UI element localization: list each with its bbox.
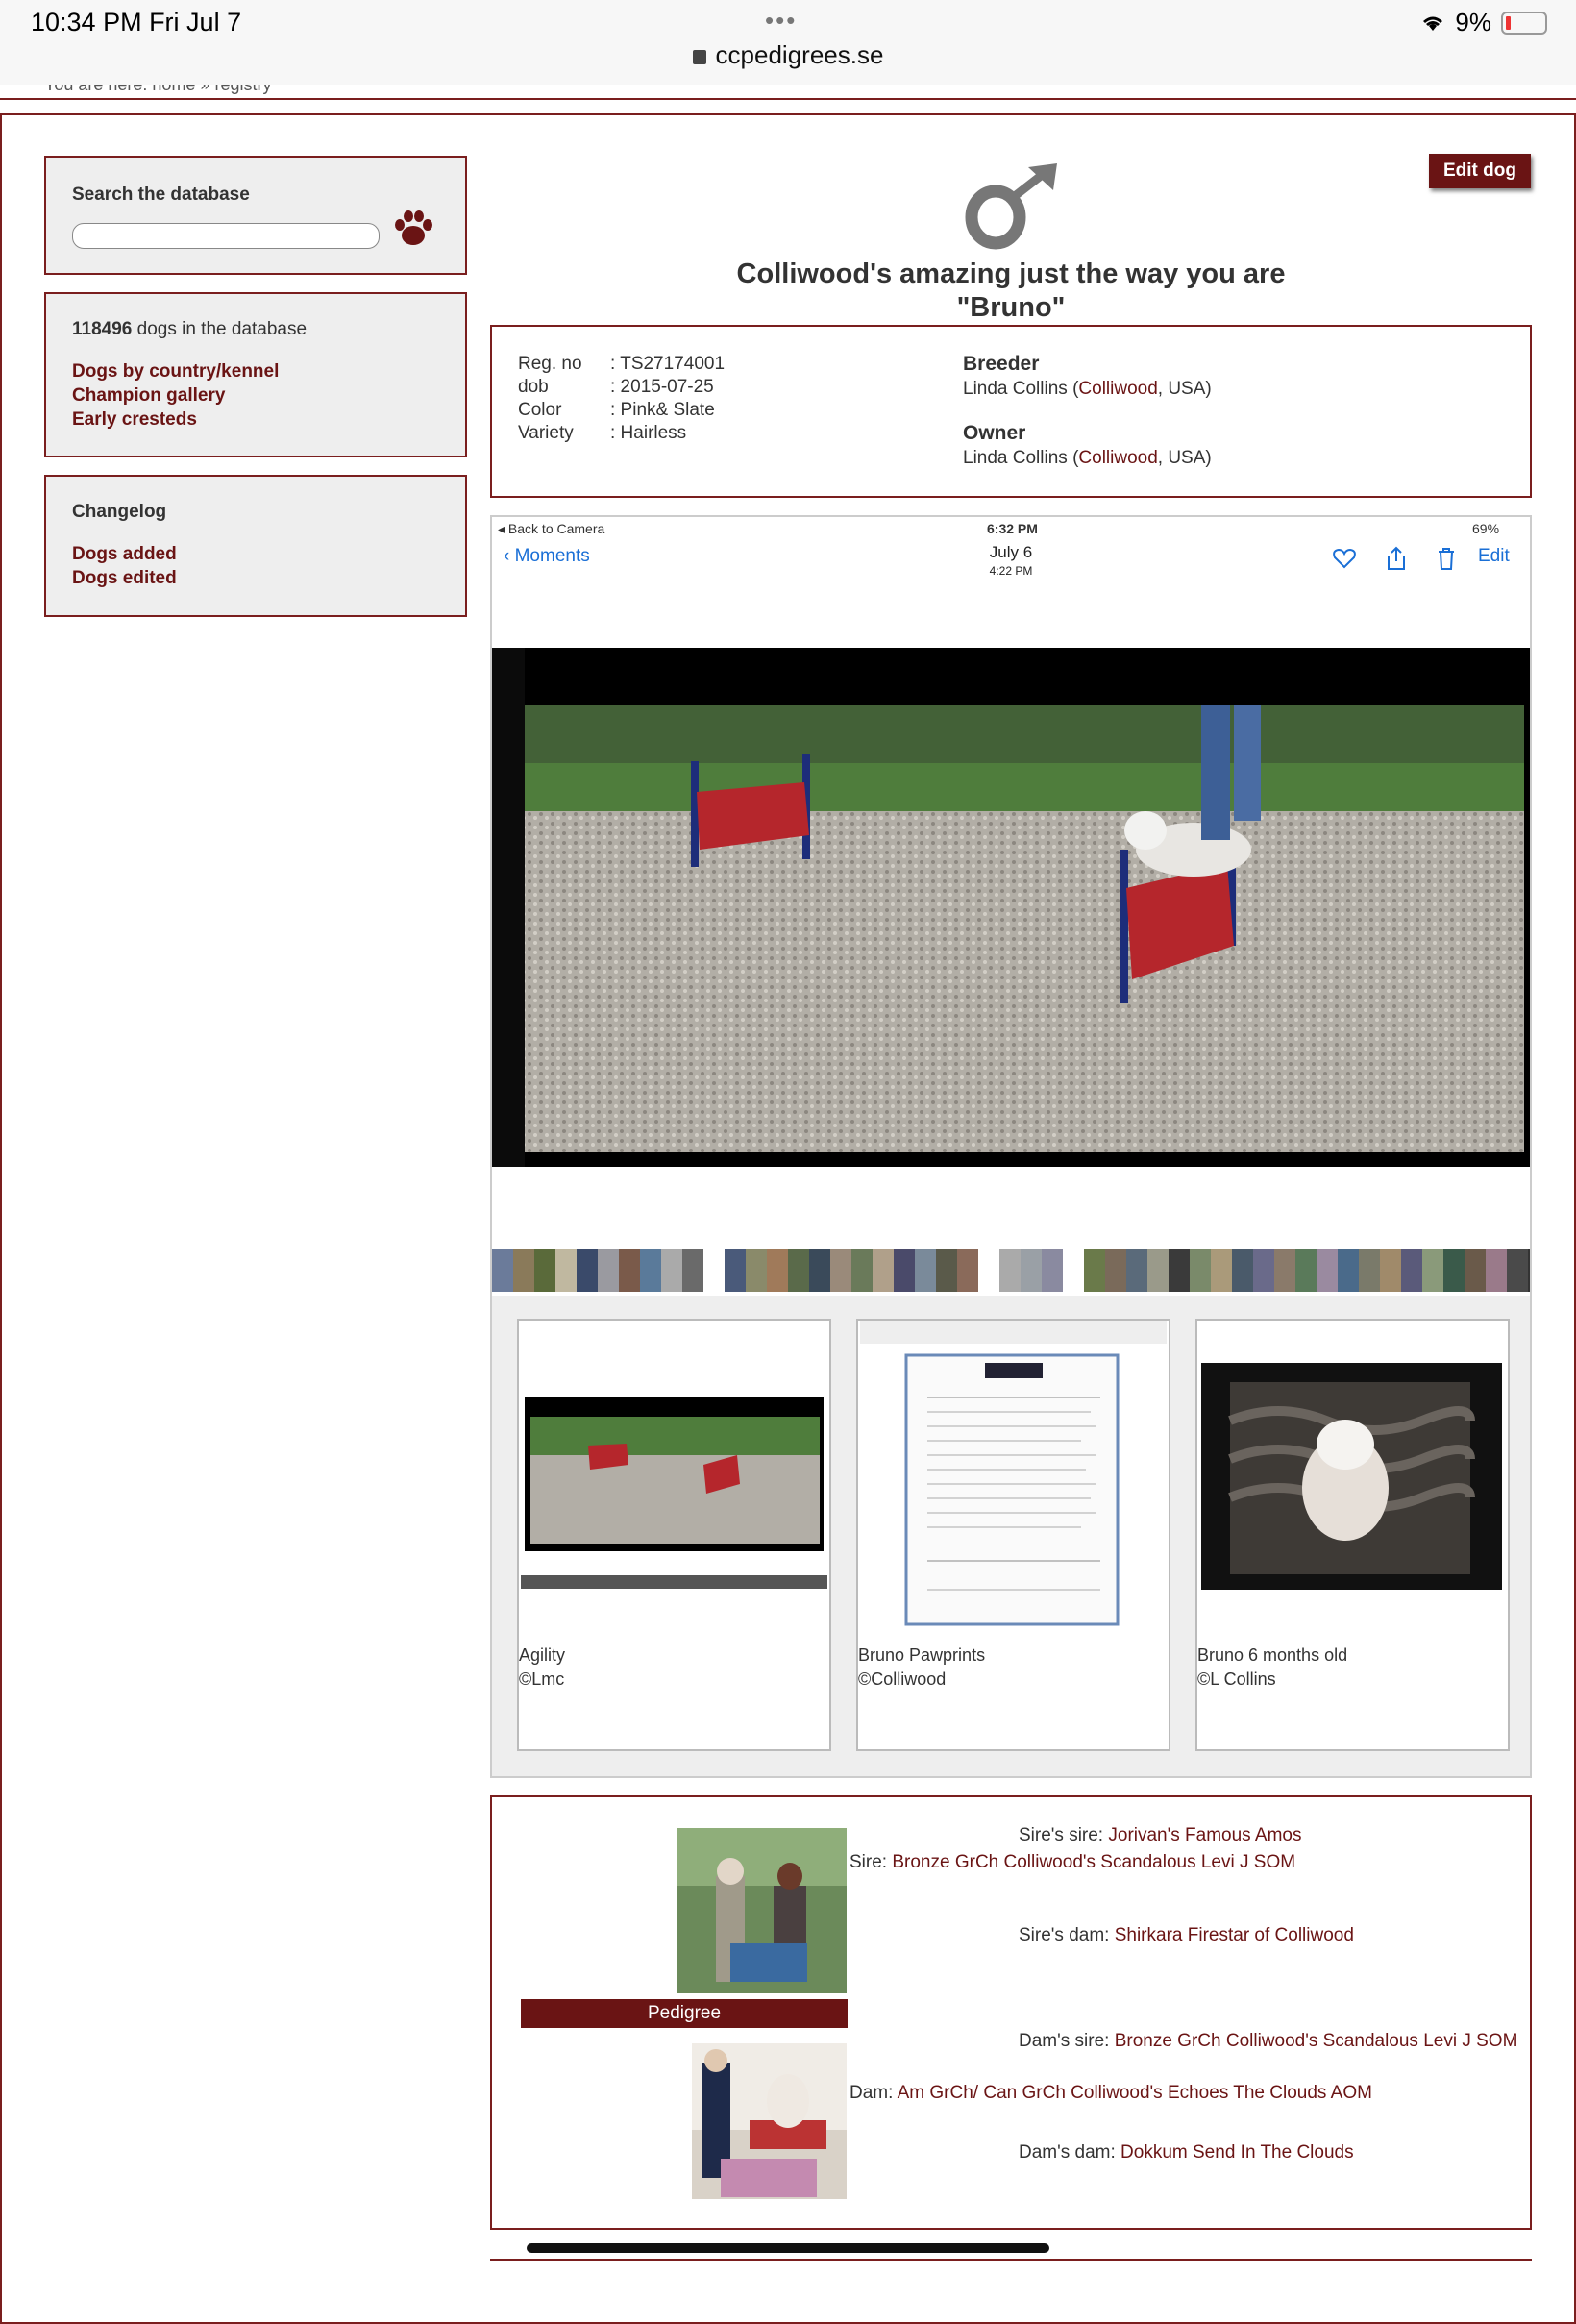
- thumbnail-card[interactable]: Agility ©Lmc: [517, 1319, 831, 1751]
- male-symbol-icon: [965, 163, 1057, 250]
- sire-sire-link[interactable]: Jorivan's Famous Amos: [1108, 1825, 1301, 1845]
- owner-kennel-link[interactable]: Colliwood: [1078, 448, 1157, 468]
- lock-icon: [692, 50, 706, 64]
- search-title: Search the database: [72, 185, 250, 205]
- dam-photo: [692, 2043, 847, 2199]
- link-dogs-edited[interactable]: Dogs edited: [72, 566, 177, 590]
- changelog-box: Changelog Dogs added Dogs edited: [44, 475, 467, 617]
- dog-title: Colliwood's amazing just the way you are…: [490, 258, 1532, 325]
- battery-icon: [1501, 11, 1547, 35]
- thumbnail-pawprints-image: [860, 1321, 1167, 1628]
- info-value: : Pink& Slate: [610, 400, 715, 420]
- link-early-cresteds[interactable]: Early cresteds: [72, 408, 279, 432]
- dam-sire-link[interactable]: Bronze GrCh Colliwood's Scandalous Levi …: [1115, 2031, 1518, 2051]
- agility-photo: [492, 648, 1530, 1167]
- changelog-links: Dogs added Dogs edited: [72, 542, 177, 590]
- info-key: Variety: [518, 423, 574, 443]
- pedigree-box: Pedigree Sire's sire: Jorivan's Famous A…: [490, 1795, 1532, 2230]
- thumbnail-agility-image: [521, 1359, 827, 1628]
- owner-label: Owner: [963, 422, 1026, 444]
- breadcrumb-text: You are here: home » registry: [44, 85, 272, 94]
- dog-count-suffix: dogs in the database: [132, 319, 308, 339]
- status-time: 10:34 PM Fri Jul 7: [31, 8, 242, 37]
- stats-box: 118496 dogs in the database Dogs by coun…: [44, 292, 467, 457]
- address-bar[interactable]: ccpedigrees.se: [0, 40, 1576, 70]
- sire-line: Sire: Bronze GrCh Colliwood's Scandalous…: [850, 1852, 1296, 1872]
- info-key: Color: [518, 400, 562, 420]
- link-champion-gallery[interactable]: Champion gallery: [72, 383, 279, 408]
- dog-name: Colliwood's amazing just the way you are: [736, 259, 1286, 289]
- heart-icon: [1333, 548, 1356, 569]
- info-key: Reg. no: [518, 354, 582, 374]
- owner-value: Linda Collins (Colliwood, USA): [963, 448, 1212, 468]
- agility-scene: [492, 648, 1530, 1167]
- dog-count: 118496: [72, 319, 133, 339]
- info-value: : 2015-07-25: [610, 377, 714, 397]
- photo-battery: 69%: [1472, 521, 1500, 536]
- link-dogs-added[interactable]: Dogs added: [72, 542, 177, 566]
- paw-search-icon[interactable]: [388, 206, 438, 250]
- dog-info-box: Reg. no : TS27174001 dob : 2015-07-25 Colo…: [490, 325, 1532, 498]
- info-row-dob: dob : 2015-07-25: [518, 377, 714, 398]
- sire-dam-line: Sire's dam: Shirkara Firestar of Colliwo…: [1019, 1925, 1354, 1945]
- home-indicator: [527, 2243, 1049, 2253]
- breadcrumb: You are here: home » registry: [0, 85, 1576, 100]
- photo-back-label: ◂ Back to Camera: [498, 521, 605, 536]
- dam-line: Dam: Am GrCh/ Can GrCh Colliwood's Echoe…: [850, 2083, 1372, 2103]
- search-box: Search the database: [44, 156, 467, 275]
- sire-sire-line: Sire's sire: Jorivan's Famous Amos: [1019, 1825, 1302, 1845]
- photo-date: July 6 4:22 PM: [989, 543, 1033, 579]
- sire-photo: [677, 1828, 847, 1993]
- dam-dam-link[interactable]: Dokkum Send In The Clouds: [1120, 2142, 1354, 2163]
- bottom-divider: [490, 2259, 1532, 2268]
- filmstrip[interactable]: [492, 1249, 1530, 1292]
- search-input[interactable]: [72, 223, 380, 249]
- share-icon: [1388, 546, 1405, 570]
- info-value: : TS27174001: [610, 354, 726, 374]
- photo-status-time: 6:32 PM: [987, 521, 1038, 536]
- dam-dam-line: Dam's dam: Dokkum Send In The Clouds: [1019, 2142, 1354, 2163]
- edit-dog-button[interactable]: Edit dog: [1429, 154, 1531, 188]
- dam-sire-line: Dam's sire: Bronze GrCh Colliwood's Scan…: [1019, 2031, 1518, 2051]
- info-row-reg: Reg. no : TS27174001: [518, 354, 725, 375]
- trash-icon: [1439, 548, 1454, 570]
- battery-percent: 9%: [1455, 8, 1491, 37]
- link-dogs-by-country[interactable]: Dogs by country/kennel: [72, 359, 279, 383]
- sire-link[interactable]: Bronze GrCh Colliwood's Scandalous Levi …: [892, 1852, 1295, 1872]
- info-row-color: Color : Pink& Slate: [518, 400, 715, 421]
- wifi-icon: [1423, 16, 1443, 31]
- info-row-variety: Variety : Hairless: [518, 423, 686, 444]
- info-key: dob: [518, 377, 549, 397]
- thumbnail-card[interactable]: Bruno 6 months old ©L Collins: [1195, 1319, 1510, 1751]
- breeder-kennel-link[interactable]: Colliwood: [1078, 379, 1157, 399]
- photo-edit-label: Edit: [1478, 546, 1510, 566]
- thumbnail-caption: Agility ©Lmc: [519, 1645, 566, 1689]
- thumbnail-caption: Bruno Pawprints ©Colliwood: [858, 1645, 986, 1689]
- photo-gallery: ◂ Back to Camera 6:32 PM 69% ‹ Moments J…: [490, 515, 1532, 1778]
- breeder-value: Linda Collins (Colliwood, USA): [963, 379, 1212, 399]
- more-dots-icon[interactable]: •••: [765, 6, 797, 36]
- url-text: ccpedigrees.se: [715, 40, 884, 69]
- sidebar-links: Dogs by country/kennel Champion gallery …: [72, 359, 279, 432]
- main-photo[interactable]: ◂ Back to Camera 6:32 PM 69% ‹ Moments J…: [492, 517, 1530, 1296]
- browser-status-bar: 10:34 PM Fri Jul 7 ••• ccpedigrees.se 9%: [0, 0, 1576, 85]
- status-right: 9%: [1420, 8, 1547, 37]
- dog-call-name: "Bruno": [956, 292, 1066, 323]
- thumbnail-caption: Bruno 6 months old ©L Collins: [1197, 1645, 1348, 1689]
- thumbnail-card[interactable]: Bruno Pawprints ©Colliwood: [856, 1319, 1170, 1751]
- info-value: : Hairless: [610, 423, 687, 443]
- thumbnail-puppy-image: [1201, 1363, 1502, 1590]
- changelog-title: Changelog: [72, 502, 167, 522]
- dam-link[interactable]: Am GrCh/ Can GrCh Colliwood's Echoes The…: [898, 2083, 1372, 2103]
- pedigree-button[interactable]: Pedigree: [521, 1999, 848, 2028]
- dog-count-line: 118496 dogs in the database: [72, 319, 307, 340]
- breeder-label: Breeder: [963, 353, 1040, 375]
- sire-dam-link[interactable]: Shirkara Firestar of Colliwood: [1115, 1925, 1354, 1945]
